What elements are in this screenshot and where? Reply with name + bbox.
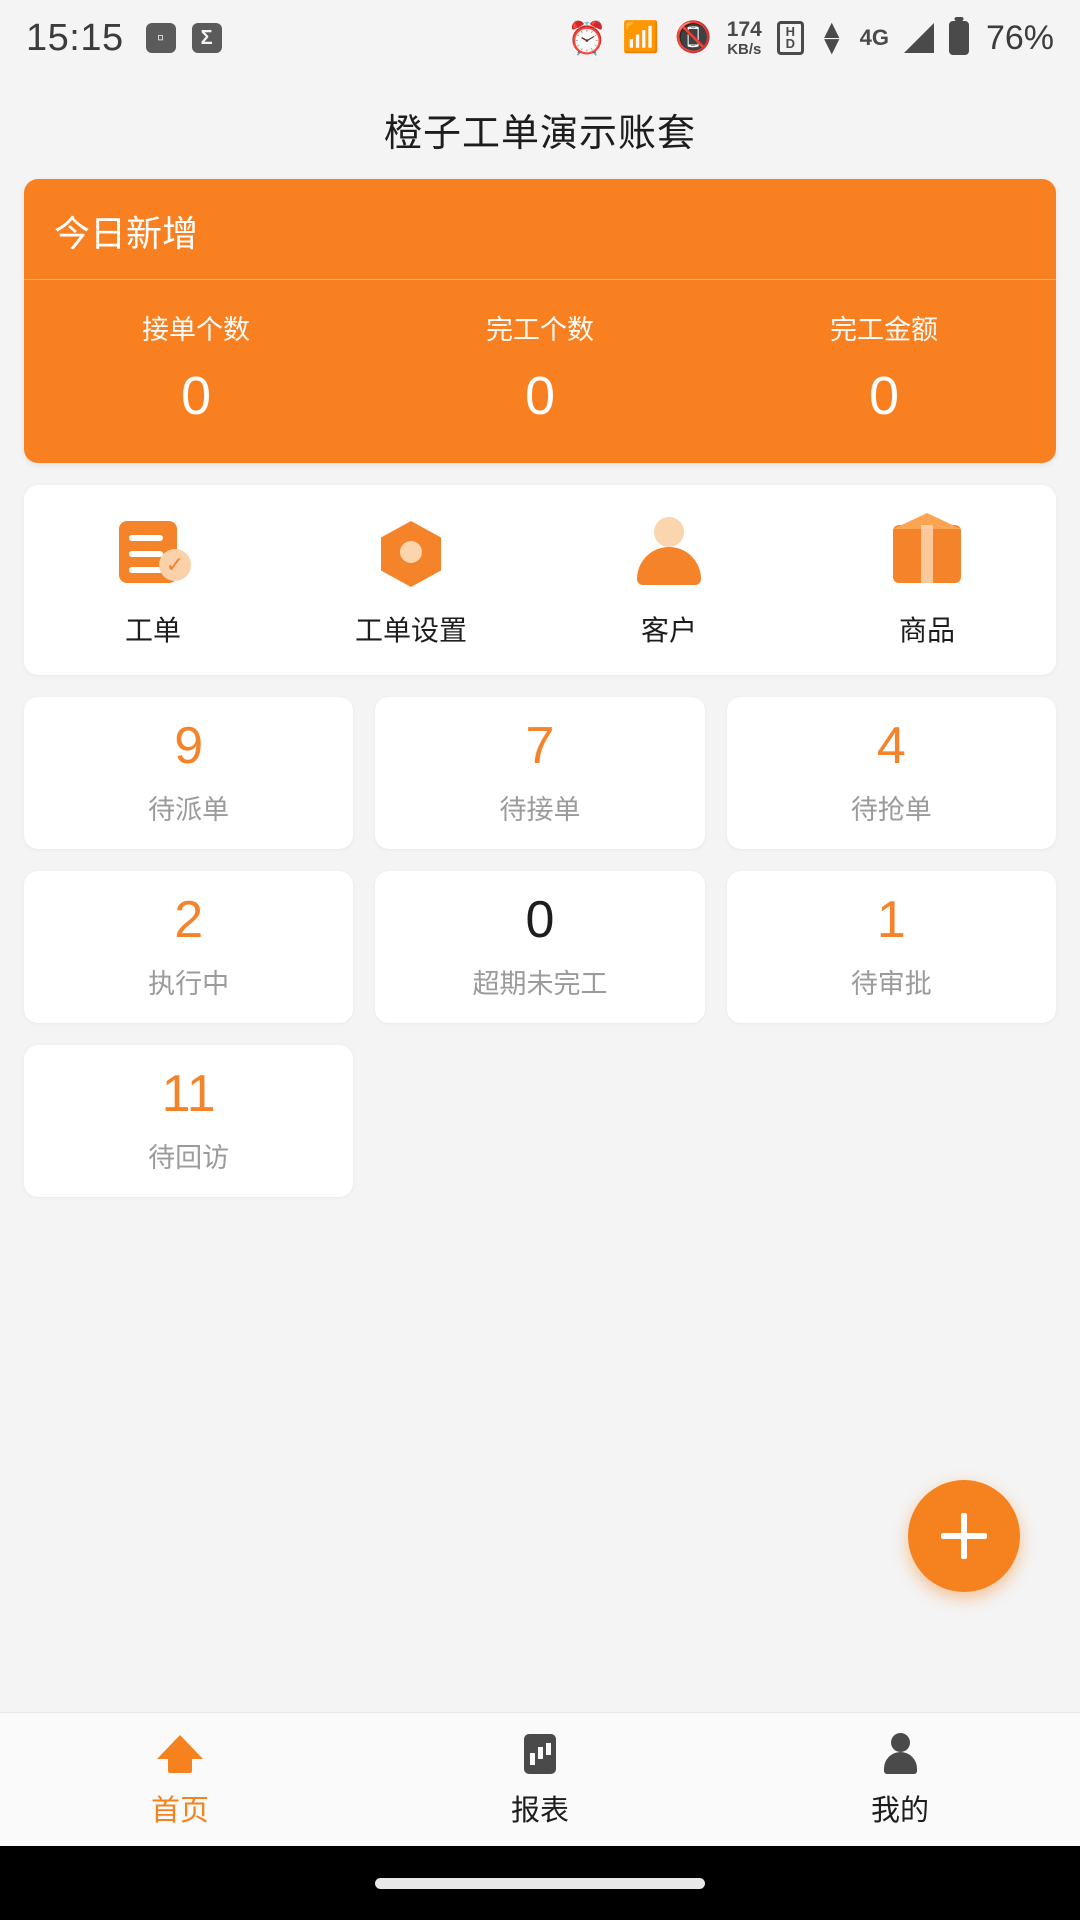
quick-entry-label: 工单 [124,615,181,646]
summary-card-title: 今日新增 [24,179,1056,280]
bottom-navigation-bar: 首页 报表 我的 [0,1712,1080,1846]
summary-metric-label: 接单个数 [142,315,250,345]
quick-entry-row: ✓ 工单 工单设置 客户 商品 [24,485,1056,675]
hd-bottom-letter: D [785,36,796,51]
quick-entry-product[interactable]: 商品 [798,513,1056,649]
system-navigation-bar [0,1846,1080,1920]
summary-metric-value: 0 [180,366,212,426]
tile-label: 待接单 [499,794,581,825]
tab-label: 报表 [510,1794,569,1827]
status-left-icons: ▫ Σ [145,23,222,53]
customer-icon [629,515,709,595]
tile-pending-approval[interactable]: 1 待审批 [726,871,1056,1023]
tile-value: 2 [174,890,204,949]
work-order-settings-icon [371,515,451,595]
home-icon [157,1731,203,1777]
tab-home[interactable]: 首页 [0,1713,360,1846]
tile-value: 1 [876,890,906,949]
battery-percent-label: 76% [985,18,1054,57]
tile-pending-followup[interactable]: 11 待回访 [24,1045,354,1197]
tile-value: 0 [525,890,555,949]
quick-entry-work-order[interactable]: ✓ 工单 [24,515,282,649]
hd-voice-icon: H D [776,21,804,55]
tile-overdue-incomplete[interactable]: 0 超期未完工 [375,871,705,1023]
quick-entry-label: 工单设置 [354,615,467,646]
gesture-handle[interactable] [375,1877,705,1889]
tile-value: 11 [161,1064,216,1123]
summary-metric-accepted[interactable]: 接单个数 0 [24,308,368,427]
add-button[interactable] [908,1480,1020,1592]
sigma-app-icon: Σ [191,23,222,53]
tab-mine[interactable]: 我的 [720,1713,1080,1846]
tile-pending-accept[interactable]: 7 待接单 [375,697,705,849]
report-icon [517,1731,563,1777]
summary-metric-label: 完工个数 [486,315,594,345]
summary-metrics-row: 接单个数 0 完工个数 0 完工金额 0 [24,280,1056,463]
tile-label: 待抢单 [850,794,932,825]
sim-card-icon: ▫ [145,23,176,53]
status-right-icons: ⏰ 📶 📵 174 KB/s H D ▲ ▼ 4G 76% [567,14,1054,60]
product-box-icon [887,513,967,595]
summary-metric-completed-count[interactable]: 完工个数 0 [368,308,712,427]
tile-label: 待审批 [850,968,932,999]
network-speed-indicator: 174 KB/s [727,19,762,57]
work-order-icon: ✓ [113,515,193,595]
data-transfer-icon: ▲ ▼ [818,14,845,60]
tile-value: 9 [174,716,204,775]
tile-value: 4 [876,716,906,775]
tile-in-progress[interactable]: 2 执行中 [24,871,354,1023]
battery-icon [948,21,969,55]
tile-label: 执行中 [148,968,230,999]
status-time: 15:15 [26,16,124,59]
network-speed-value: 174 [726,18,762,41]
status-tile-grid: 9 待派单 7 待接单 4 待抢单 2 执行中 0 超期未完工 1 待审批 11… [24,697,1056,1197]
network-speed-unit: KB/s [727,41,762,58]
quick-entry-label: 商品 [898,615,955,646]
bluetooth-icon: 📶 [622,21,660,54]
quick-entry-work-order-settings[interactable]: 工单设置 [282,515,540,649]
tile-label: 超期未完工 [472,968,608,999]
page-title: 橙子工单演示账套 [383,113,696,155]
plus-icon [941,1513,987,1559]
summary-metric-label: 完工金额 [830,315,938,345]
today-summary-card: 今日新增 接单个数 0 完工个数 0 完工金额 0 [24,179,1056,463]
tile-label: 待派单 [148,794,230,825]
person-icon [877,1731,923,1777]
tile-pending-grab[interactable]: 4 待抢单 [726,697,1056,849]
quick-entry-customer[interactable]: 客户 [540,515,798,649]
tab-label: 我的 [870,1794,929,1827]
quick-entry-label: 客户 [640,615,697,646]
status-bar: 15:15 ▫ Σ ⏰ 📶 📵 174 KB/s H D ▲ ▼ 4G 76% [0,0,1080,76]
network-type-label: 4G [859,25,889,50]
tab-report[interactable]: 报表 [360,1713,720,1846]
alarm-icon: ⏰ [567,20,608,56]
tile-pending-dispatch[interactable]: 9 待派单 [24,697,354,849]
tile-value: 7 [525,716,555,775]
tab-label: 首页 [150,1794,209,1827]
summary-metric-completed-amount[interactable]: 完工金额 0 [712,308,1056,427]
check-badge-icon: ✓ [159,549,191,581]
vibrate-icon: 📵 [674,21,712,54]
signal-icon [903,23,934,53]
summary-metric-value: 0 [868,366,900,426]
summary-metric-value: 0 [524,366,556,426]
tile-label: 待回访 [148,1142,230,1173]
